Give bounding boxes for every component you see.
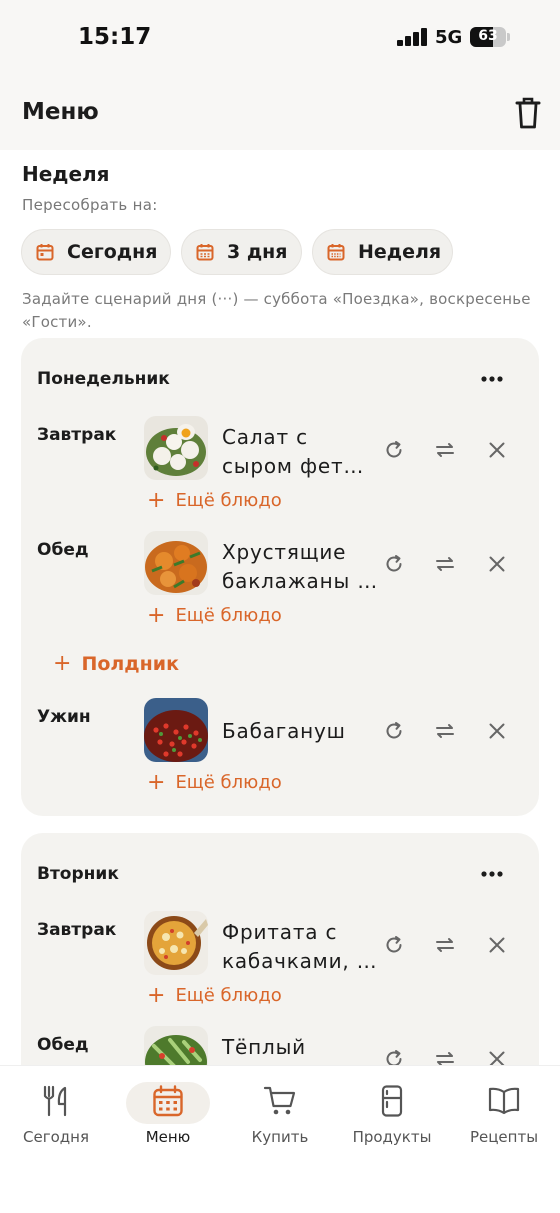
calendar-icon [327,244,345,261]
refresh-icon[interactable] [383,553,405,575]
meal-label: Завтрак [37,920,117,940]
meal-label: Обед [37,1035,89,1055]
swap-icon[interactable] [434,1048,456,1065]
refresh-icon[interactable] [383,720,405,742]
meal-label: Завтрак [37,425,117,445]
swap-icon[interactable] [434,934,456,956]
plus-icon: + [147,602,166,628]
more-icon[interactable] [479,869,505,879]
dish-photo[interactable] [144,416,208,480]
day-card-monday: Понедельник Завтрак Салат с сыром фет… +… [21,338,539,816]
tab-label: Купить [251,1128,309,1146]
dish-name[interactable]: Бабагануш [222,717,402,746]
status-bar: 15:17 5G 63 [0,0,560,78]
refresh-icon[interactable] [383,934,405,956]
tab-products[interactable]: Продукты [336,1084,448,1146]
dish-name[interactable]: Фритата с кабачками, … [222,918,382,976]
close-icon[interactable] [486,439,508,461]
calendar-icon [196,244,214,261]
chip-3-days[interactable]: 3 дня [181,229,302,275]
status-time: 15:17 [78,24,152,50]
fridge-icon [381,1085,403,1117]
network-type: 5G [435,27,463,48]
day-name: Понедельник [37,369,170,389]
close-icon[interactable] [486,934,508,956]
add-dish-label: Ещё блюдо [175,490,282,511]
plus-icon: + [147,982,166,1008]
tab-buy[interactable]: Купить [224,1084,336,1146]
rebuild-label: Пересобрать на: [22,196,158,214]
calendar-icon [36,244,54,261]
swap-icon[interactable] [434,553,456,575]
dish-name[interactable]: Хрустящие баклажаны … [222,538,382,596]
book-icon [488,1087,520,1115]
add-dish-button[interactable]: + Ещё блюдо [147,769,282,795]
tab-bar: Сегодня Меню Купить Продукты Рецепты [0,1065,560,1213]
more-icon[interactable] [479,374,505,384]
add-dish-button[interactable]: + Ещё блюдо [147,487,282,513]
plus-icon: + [147,769,166,795]
tab-menu[interactable]: Меню [112,1082,224,1146]
tab-today[interactable]: Сегодня [0,1084,112,1146]
add-dish-button[interactable]: + Ещё блюдо [147,602,282,628]
dish-photo[interactable] [144,1026,208,1065]
plus-icon: + [53,651,72,676]
close-icon[interactable] [486,1048,508,1065]
dish-photo[interactable] [144,698,208,762]
calendar-icon [153,1085,183,1117]
section-title: Неделя [22,162,110,186]
chip-label: Неделя [358,241,442,263]
page-title: Меню [22,99,99,125]
plus-icon: + [147,487,166,513]
chip-label: 3 дня [227,241,288,263]
refresh-icon[interactable] [383,1048,405,1065]
signal-icon [397,28,427,46]
chip-label: Сегодня [67,241,158,263]
tab-label: Меню [145,1128,191,1146]
dish-name[interactable]: Тёплый [222,1033,382,1062]
tab-label: Продукты [352,1128,432,1146]
add-dish-label: Ещё блюдо [175,772,282,793]
tab-label: Сегодня [23,1128,89,1146]
tab-recipes[interactable]: Рецепты [448,1084,560,1146]
dish-photo[interactable] [144,531,208,595]
add-snack-button[interactable]: + Полдник [53,651,179,676]
chip-week[interactable]: Неделя [312,229,453,275]
day-card-tuesday: Вторник Завтрак Фритата с кабачками, … +… [21,833,539,1065]
swap-icon[interactable] [434,720,456,742]
fork-knife-icon [43,1085,67,1117]
meal-label: Ужин [37,707,91,727]
add-dish-label: Ещё блюдо [175,605,282,626]
dish-photo[interactable] [144,911,208,975]
tab-label: Рецепты [469,1128,539,1146]
swap-icon[interactable] [434,439,456,461]
scenario-hint: Задайте сценарий дня (···) — суббота «По… [22,290,531,331]
battery-icon: 63 [470,27,510,47]
meal-label: Обед [37,540,89,560]
add-dish-button[interactable]: + Ещё блюдо [147,982,282,1008]
day-name: Вторник [37,864,119,884]
add-dish-label: Ещё блюдо [175,985,282,1006]
add-meal-label: Полдник [81,653,179,675]
close-icon[interactable] [486,553,508,575]
menu-content[interactable]: Неделя Пересобрать на: Сегодня 3 дня Нед… [0,150,560,1065]
trash-icon[interactable] [513,96,543,130]
cart-icon [263,1086,296,1115]
chip-today[interactable]: Сегодня [21,229,171,275]
close-icon[interactable] [486,720,508,742]
battery-level: 63 [478,28,498,44]
dish-name[interactable]: Салат с сыром фет… [222,423,382,481]
refresh-icon[interactable] [383,439,405,461]
